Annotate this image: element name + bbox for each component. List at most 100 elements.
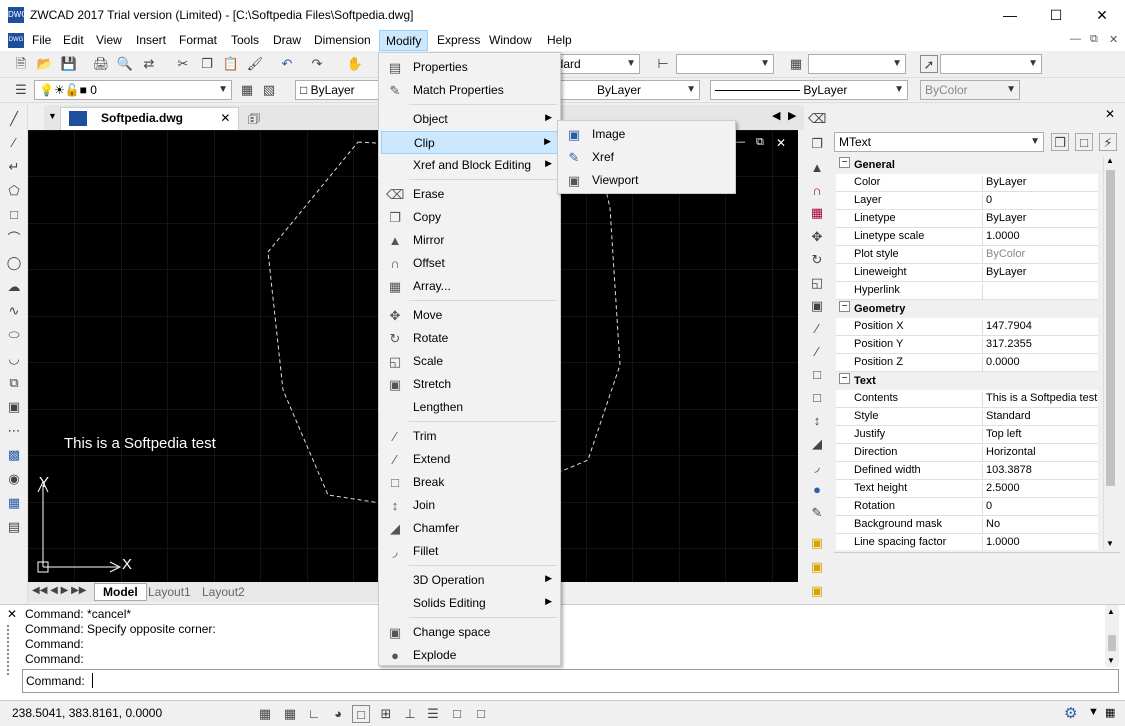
polar-icon[interactable]: ◕ [329,705,347,723]
property-section[interactable]: − Geometry [836,300,1098,318]
fillet-icon[interactable]: ◞ [808,458,826,476]
property-value[interactable]: ByColor [982,248,1104,264]
menu-express[interactable]: Express [431,30,486,51]
otrack-icon[interactable]: ⊞ [377,705,395,723]
menu-insert[interactable]: Insert [130,30,172,51]
copy-object-icon[interactable]: ❐ [808,135,826,153]
close-button[interactable]: ✕ [1079,0,1125,30]
menu-item-mirror[interactable]: ▲ Mirror [381,229,558,252]
doc-restore-icon[interactable]: ⧉ [1090,33,1098,46]
grid-icon[interactable]: ▦ [281,705,299,723]
extend-icon[interactable]: ∕ [808,343,826,361]
property-row[interactable]: Justify Top left [836,426,1098,444]
qp-icon[interactable]: □ [472,705,490,723]
menu-item-extend[interactable]: ∕ Extend [381,448,558,471]
property-value[interactable]: ByLayer [982,176,1104,192]
property-row[interactable]: Rotation 0 [836,498,1098,516]
tab-layout1[interactable]: Layout1 [148,585,191,599]
property-value[interactable]: 147.7904 [982,320,1104,336]
ortho-icon[interactable]: ∟ [305,705,323,723]
property-section[interactable]: − General [836,156,1098,174]
property-value[interactable]: 1.0000 [982,230,1104,246]
tab-model[interactable]: Model [94,583,147,601]
snap-icon[interactable]: ▦ [256,705,274,723]
scale-icon[interactable]: ◱ [808,274,826,292]
table-style-icon[interactable]: ▦ [787,55,805,73]
menu-tools[interactable]: Tools [225,30,265,51]
submenu-item-xref[interactable]: ✎ Xref [560,146,737,169]
menu-item-scale[interactable]: ◱ Scale [381,350,558,373]
make-current-icon[interactable]: ▦ [238,81,256,99]
property-row[interactable]: Plot style ByColor [836,246,1098,264]
submenu-item-viewport[interactable]: ▣ Viewport [560,169,737,192]
hatch-icon[interactable]: ▩ [5,446,23,464]
menu-item-array[interactable]: ▦ Array... [381,275,558,298]
menu-file[interactable]: File [26,30,57,51]
menu-modify[interactable]: Modify [379,30,429,51]
ellipse-icon[interactable]: ⬭ [5,326,23,344]
match-icon[interactable]: 🖌 [246,55,264,73]
tab-softpedia-dwg[interactable]: Softpedia.dwg ✕ [60,107,240,130]
scroll-up-icon[interactable]: ▲ [1106,156,1114,165]
menu-item-explode[interactable]: ● Explode [381,644,558,667]
menu-view[interactable]: View [90,30,128,51]
menu-item-change-space[interactable]: ▣ Change space [381,621,558,644]
menu-item-fillet[interactable]: ◞ Fillet [381,540,558,563]
command-grip[interactable] [7,625,15,675]
rotate-icon[interactable]: ↻ [808,251,826,269]
property-value[interactable]: 0.0000 [982,356,1104,372]
minimize-button[interactable]: — [987,0,1033,30]
menu-item-rotate[interactable]: ↻ Rotate [381,327,558,350]
property-value[interactable]: 317.2355 [982,338,1104,354]
publish-icon[interactable]: ⇄ [140,55,158,73]
doc-minimize-icon[interactable]: — [1070,33,1081,45]
property-scrollbar[interactable]: ▲ ▼ [1103,156,1117,550]
tab-layout2[interactable]: Layout2 [202,585,245,599]
draworder-front-icon[interactable]: ▣ [808,534,826,552]
property-value[interactable]: 0 [982,194,1104,210]
layer-previous-icon[interactable]: ▧ [260,81,278,99]
layer-manager-icon[interactable]: ☰ [12,81,30,99]
select-objects-icon[interactable]: □ [1075,133,1093,151]
property-row[interactable]: Layer 0 [836,192,1098,210]
menu-item-break[interactable]: □ Break [381,471,558,494]
new-icon[interactable]: 🗎 [12,55,30,73]
menu-format[interactable]: Format [173,30,223,51]
property-value[interactable]: ByLayer [982,212,1104,228]
menu-item-stretch[interactable]: ▣ Stretch [381,373,558,396]
mtext-icon[interactable]: ▤ [5,518,23,536]
circle-icon[interactable]: ◯ [5,254,23,272]
xline-icon[interactable]: ∕ [5,134,23,152]
scroll-thumb[interactable] [1108,635,1116,651]
draworder-back-icon[interactable]: ▣ [808,558,826,576]
menu-item-lengthen[interactable]: Lengthen [381,396,558,419]
cut-icon[interactable]: ✂ [174,55,192,73]
property-row[interactable]: Direction Horizontal [836,444,1098,462]
dim-style-icon[interactable]: ⊢ [654,55,672,73]
color-combo[interactable]: □ ByLayer [295,80,385,100]
property-row[interactable]: Lineweight ByLayer [836,264,1098,282]
menu-dimension[interactable]: Dimension [308,30,377,51]
viewport-close-icon[interactable]: ✕ [776,136,786,150]
preview-icon[interactable]: 🔍 [116,55,134,73]
tab-list-icon[interactable]: ▼ [48,111,57,121]
property-row[interactable]: Defined width 103.3878 [836,462,1098,480]
property-value[interactable]: No [982,518,1104,534]
panel-close-icon[interactable]: ✕ [1105,107,1115,121]
tpy-icon[interactable]: □ [448,705,466,723]
mirror-icon[interactable]: ▲ [808,159,826,177]
move-icon[interactable]: ✥ [808,228,826,246]
mleader-style-combo[interactable]: ▼ [940,54,1042,74]
layer-combo[interactable]: 💡☀🔓■ 0 ▼ [34,80,232,100]
menu-item-3d-operation[interactable]: 3D Operation ▶ [381,569,558,592]
insert-block-icon[interactable]: ⧉ [5,374,23,392]
command-input[interactable]: Command: [22,669,1119,693]
menu-item-object[interactable]: Object ▶ [381,108,558,131]
menu-item-erase[interactable]: ⌫ Erase [381,183,558,206]
menu-item-xref-and-block-editing[interactable]: Xref and Block Editing ▶ [381,154,558,177]
collapse-icon[interactable]: − [839,157,850,168]
revcloud-icon[interactable]: ☁ [5,278,23,296]
property-row[interactable]: Hyperlink [836,282,1098,300]
menu-item-clip[interactable]: Clip ▶ [381,131,558,154]
tab-scroll-left-icon[interactable]: ◀ [772,109,780,122]
